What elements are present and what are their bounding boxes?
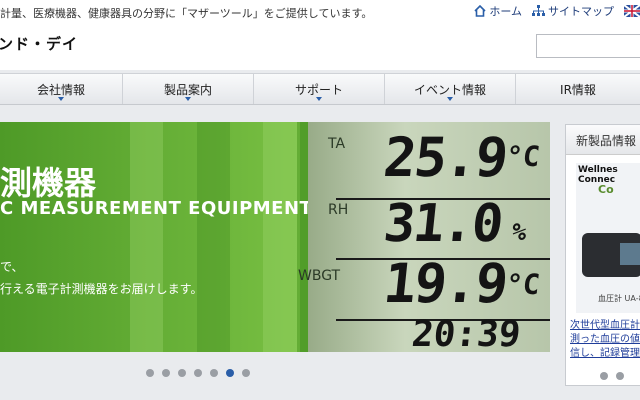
nav-ir-label: IR情報: [560, 82, 596, 97]
new-products-panel: 新製品情報 Wellnes Connec Co 血圧計 UA-85 次世代型血圧…: [565, 124, 640, 386]
panel-link[interactable]: 次世代型血圧計: [570, 319, 640, 333]
nav-company-label: 会社情報: [36, 82, 85, 97]
home-icon: [474, 5, 486, 17]
tagline: 計量、医療機器、健康器具の分野に「マザーツール」をご提供しています。: [0, 7, 373, 20]
lcd-wbgt-label: WBGT: [298, 268, 341, 284]
sitemap-icon: [532, 5, 545, 16]
lcd-time: 20:39: [409, 314, 523, 352]
nav-support-label: サポート: [294, 82, 343, 97]
english-link[interactable]: [624, 5, 640, 17]
lcd-ta-unit: °C: [504, 140, 542, 173]
utility-links: ホーム サイトマップ: [474, 3, 640, 19]
lcd-rh-unit: %: [510, 218, 528, 246]
carousel-dot[interactable]: [162, 369, 170, 377]
panel-dot[interactable]: [600, 372, 608, 380]
carousel-dot[interactable]: [242, 369, 250, 377]
carousel-dot[interactable]: [194, 369, 202, 377]
thumb-text-1: Wellnes: [578, 165, 618, 175]
carousel-dot[interactable]: [146, 369, 154, 377]
thumb-text-3: Co: [598, 183, 614, 196]
chevron-down-icon: [58, 97, 64, 101]
product-thumbnail[interactable]: Wellnes Connec Co 血圧計 UA-85: [576, 163, 640, 313]
blood-pressure-monitor-image: [582, 233, 640, 277]
nav-company[interactable]: 会社情報: [0, 74, 123, 104]
home-link[interactable]: ホーム: [474, 3, 522, 19]
panel-links: 次世代型血圧計 測った血圧の値 信し、記録管理: [570, 319, 640, 361]
lcd-rh-value: 31.0: [380, 194, 505, 254]
carousel-dot-active[interactable]: [226, 369, 234, 377]
sitemap-link[interactable]: サイトマップ: [532, 3, 614, 19]
nav-products-label: 製品案内: [163, 82, 212, 97]
hero-subtitle: C MEASUREMENT EQUIPMENT: [0, 198, 313, 219]
chevron-down-icon: [185, 97, 191, 101]
panel-link[interactable]: 測った血圧の値: [570, 333, 640, 347]
search-input[interactable]: [536, 34, 640, 58]
thumb-caption: 血圧計 UA-85: [598, 294, 640, 303]
hero-banner[interactable]: 測機器 C MEASUREMENT EQUIPMENT で、 行える電子計測機器…: [0, 122, 550, 352]
panel-title: 新製品情報: [566, 125, 640, 155]
lcd-wbgt-value: 19.9: [380, 252, 510, 315]
home-link-label: ホーム: [489, 5, 522, 18]
hero-desc-line-1: で、: [0, 260, 24, 274]
panel-carousel-dots: [600, 372, 624, 380]
header: ンド・デイ: [0, 24, 640, 70]
lcd-ta-label: TA: [328, 136, 346, 152]
nav-events[interactable]: イベント情報: [385, 74, 516, 104]
chevron-down-icon: [316, 97, 322, 101]
lcd-rh-label: RH: [328, 202, 349, 218]
nav-products[interactable]: 製品案内: [123, 74, 254, 104]
lcd-ta-value: 25.9: [380, 126, 510, 189]
hero-tile-pattern: [130, 122, 330, 352]
nav-events-label: イベント情報: [413, 82, 486, 97]
carousel-dot[interactable]: [210, 369, 218, 377]
thumb-text: Wellnes Connec Co: [578, 165, 618, 196]
hero-description: で、 行える電子計測機器をお届けします。: [0, 256, 202, 300]
panel-link[interactable]: 信し、記録管理: [570, 347, 640, 361]
sitemap-link-label: サイトマップ: [548, 5, 614, 18]
main-nav: 会社情報 製品案内 サポート イベント情報 IR情報: [0, 73, 640, 105]
lcd-display: TA 25.9 °C RH 31.0 % WBGT 19.9 °C 20:39: [298, 122, 550, 352]
panel-dot[interactable]: [616, 372, 624, 380]
company-logo[interactable]: ンド・デイ: [0, 33, 78, 54]
lcd-wbgt-unit: °C: [504, 268, 542, 301]
nav-ir[interactable]: IR情報: [516, 74, 640, 104]
chevron-down-icon: [447, 97, 453, 101]
carousel-dots: [146, 369, 250, 377]
hero-desc-line-2: 行える電子計測機器をお届けします。: [0, 282, 203, 296]
english-flag-icon: [624, 5, 640, 17]
carousel-dot[interactable]: [178, 369, 186, 377]
top-bar: 計量、医療機器、健康器具の分野に「マザーツール」をご提供しています。 ホーム サ…: [0, 0, 640, 24]
nav-support[interactable]: サポート: [254, 74, 385, 104]
